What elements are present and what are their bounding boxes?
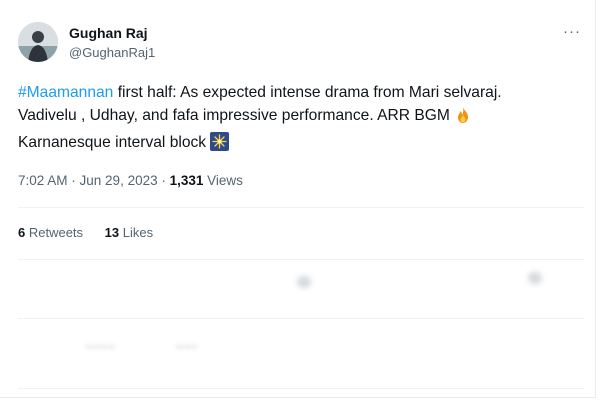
tweet-text-line2: Vadivelu , Udhay, and fafa impressive pe… [18,107,455,124]
like-icon[interactable]: ~~~ [175,339,198,354]
likes-count: 13 [104,225,120,240]
sparkler-emoji-icon [210,132,230,158]
retweet-icon[interactable] [297,276,311,288]
meta-separator: · [157,173,170,188]
author-name[interactable]: Gughan Raj [69,25,148,41]
avatar-image [18,22,58,62]
share-icon[interactable] [528,272,542,284]
divider [18,207,584,208]
engagement-stats: 6 Retweets 13 Likes [18,225,153,240]
likes-label: Likes [119,225,154,240]
retweets-label: Retweets [25,225,84,240]
tweet-date[interactable]: Jun 29, 2023 [80,173,158,188]
fire-emoji-icon [454,106,472,131]
views-count: 1,331 [169,173,204,188]
more-icon[interactable]: ··· [562,22,582,42]
divider [18,259,584,260]
avatar[interactable] [18,22,58,62]
divider [18,388,584,389]
tweet-text-line1: first half: As expected intense drama fr… [113,84,502,101]
likes-stat[interactable]: 13 Likes [105,225,153,240]
tweet-meta: 7:02 AM · Jun 29, 2023 · 1,331 Views [18,173,243,188]
tweet-text: #Maamannan first half: As expected inten… [18,81,588,158]
tweet-card: Gughan Raj @GughanRaj1 ··· #Maamannan fi… [0,0,596,398]
hashtag-link[interactable]: #Maamannan [18,84,113,101]
views-label: Views [203,173,243,188]
reply-icon[interactable]: ~~~~ [85,339,115,354]
meta-separator: · [67,173,80,188]
retweets-stat[interactable]: 6 Retweets [18,225,83,240]
author-handle[interactable]: @GughanRaj1 [69,45,155,60]
tweet-text-line3: Karnanesque interval block [18,134,211,151]
tweet-time[interactable]: 7:02 AM [18,173,68,188]
divider [18,318,584,319]
